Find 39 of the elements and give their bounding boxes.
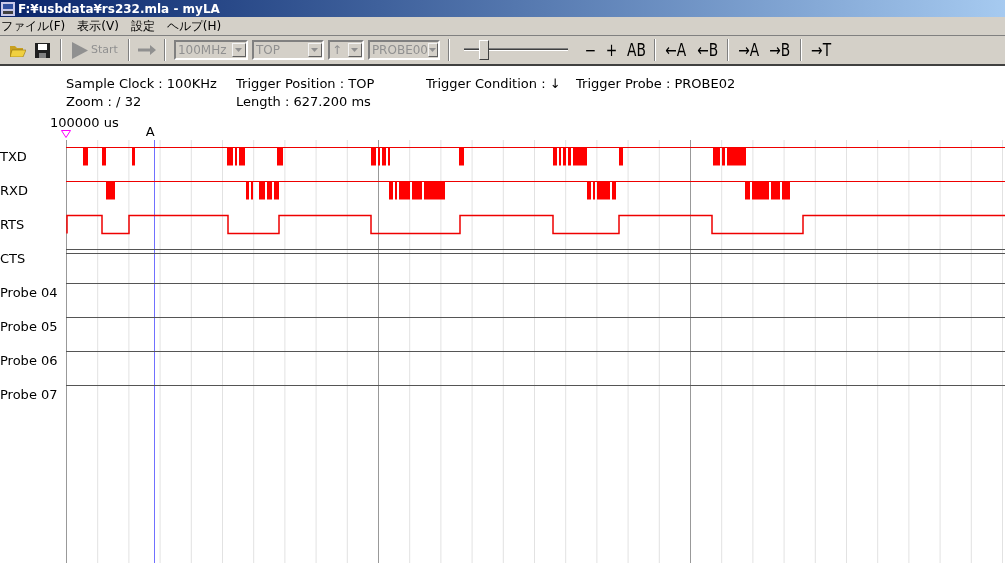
channel-label: Probe 06 — [0, 352, 59, 370]
timeline-start-label: 100000 us — [50, 116, 119, 129]
info-text: Trigger Condition : ↓ — [426, 75, 562, 93]
toolbar-button[interactable]: − — [580, 39, 600, 61]
toolbar-button[interactable]: ←A — [662, 39, 691, 61]
info-text: Trigger Probe : PROBE02 — [576, 75, 736, 93]
toolbar-button[interactable]: →A — [734, 39, 763, 61]
caret-icon — [311, 48, 319, 52]
trigger-marker-icon — [61, 130, 71, 138]
menu-item[interactable]: ヘルプ(H) — [166, 20, 222, 32]
channel-label: Probe 05 — [0, 318, 59, 336]
info-text: Zoom : / 32 — [66, 93, 143, 111]
window-title: F:¥usbdata¥rs232.mla - myLA — [18, 2, 220, 15]
slider-thumb[interactable] — [478, 40, 489, 60]
menu-item[interactable]: 設定 — [130, 20, 155, 32]
channel-label: RXD — [0, 182, 29, 200]
app-icon — [1, 1, 15, 16]
info-text: Trigger Position : TOP — [236, 75, 376, 93]
info-text: Sample Clock : 100KHz — [66, 75, 218, 93]
channel-label: TXD — [0, 148, 28, 166]
toolbar-button[interactable]: + — [601, 39, 621, 61]
menu-item[interactable]: ファイル(F) — [1, 20, 66, 32]
toolbar-button[interactable]: →B — [765, 39, 795, 61]
info-text: Length : 627.200 ms — [236, 93, 372, 111]
channel-label: CTS — [0, 250, 27, 268]
channel-label: RTS — [0, 216, 26, 234]
caret-icon — [235, 48, 243, 52]
save-icon[interactable] — [32, 40, 52, 60]
cursor-label: A — [145, 125, 155, 138]
caret-icon — [351, 48, 359, 52]
caret-icon — [429, 48, 437, 52]
toolbar-button[interactable]: →T — [807, 39, 835, 61]
play-icon — [72, 41, 88, 59]
channel-label: Probe 07 — [0, 386, 59, 404]
menu-item[interactable]: 表示(V) — [77, 20, 119, 32]
zoom-slider[interactable] — [463, 39, 568, 61]
channel-label: Probe 04 — [0, 284, 59, 302]
toolbar-button[interactable]: AB — [623, 39, 650, 61]
toolbar-button[interactable]: ←B — [693, 39, 722, 61]
